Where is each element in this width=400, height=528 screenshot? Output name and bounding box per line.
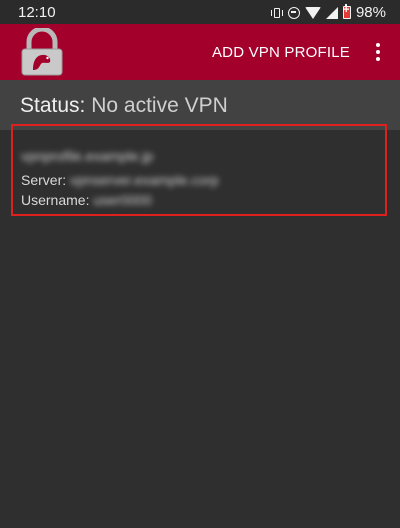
system-icons: 98% [270, 4, 386, 21]
vpn-profile-item[interactable]: vpnprofile.example.jp Server: vpnserver.… [11, 124, 387, 216]
server-value: vpnserver.example.corp [70, 172, 219, 188]
status-label: Status: [20, 94, 86, 117]
battery-charging-icon [342, 4, 351, 19]
app-bar: ADD VPN PROFILE [0, 24, 400, 80]
add-vpn-profile-button[interactable]: ADD VPN PROFILE [212, 44, 350, 61]
profile-server-row: Server: vpnserver.example.corp [21, 172, 219, 188]
wifi-icon [304, 6, 321, 19]
profile-name: vpnprofile.example.jp [21, 148, 154, 164]
status-text: Status: No active VPN [20, 94, 228, 118]
clock: 12:10 [18, 4, 56, 21]
vpn-status-header: Status: No active VPN [0, 80, 400, 130]
username-label: Username: [21, 192, 90, 208]
battery-percent: 98% [355, 4, 386, 21]
status-value: No active VPN [91, 94, 228, 117]
username-value: user0000 [93, 192, 152, 208]
vibrate-icon [270, 7, 283, 19]
profile-username-row: Username: user0000 [21, 192, 152, 208]
do-not-disturb-icon [287, 6, 300, 19]
system-status-bar: 12:10 98% [0, 0, 400, 24]
cell-signal-icon [325, 6, 338, 19]
overflow-menu-icon[interactable] [374, 43, 382, 63]
vpn-lock-logo-icon [21, 28, 63, 76]
server-label: Server: [21, 172, 67, 188]
